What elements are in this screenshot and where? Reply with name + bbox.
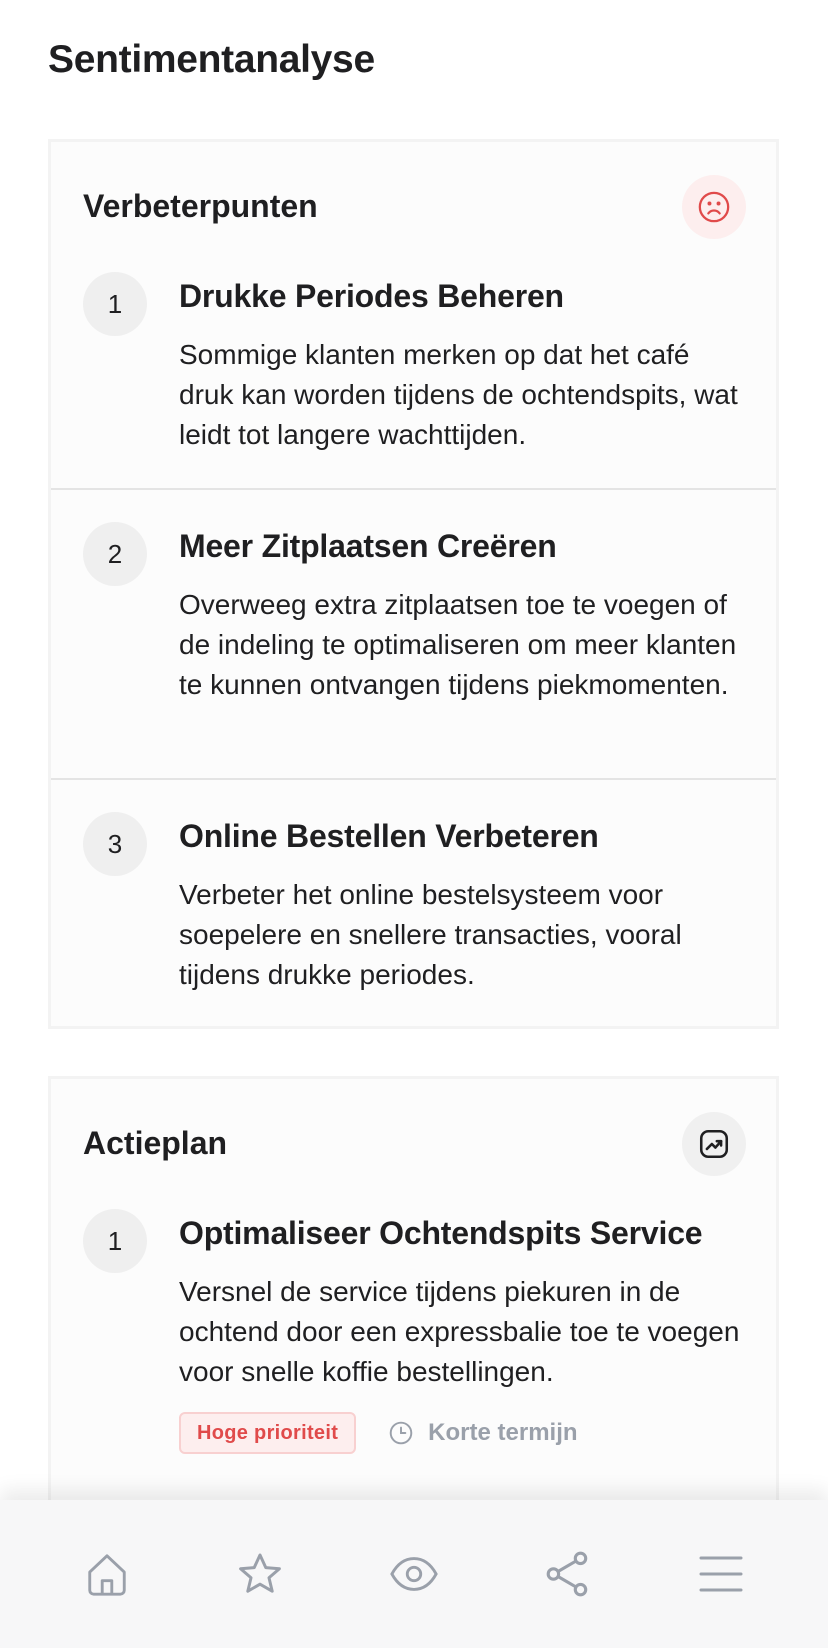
page-title: Sentimentanalyse: [48, 38, 375, 81]
nav-view[interactable]: [374, 1534, 454, 1614]
item-number: 1: [83, 272, 147, 336]
item-number: 2: [83, 522, 147, 586]
item-number: 3: [83, 812, 147, 876]
action-plan-card: Actieplan 1 Optimaliseer Ochtendspits Se…: [48, 1076, 779, 1506]
item-description: Sommige klanten merken op dat het café d…: [179, 339, 738, 450]
star-icon: [239, 1553, 282, 1593]
list-item: 3 Online Bestellen Verbeteren Verbeter h…: [51, 778, 776, 1026]
improvements-header: Verbeterpunten: [51, 142, 776, 272]
item-tags: Hoge prioriteit Korte termijn: [179, 1412, 748, 1454]
nav-menu[interactable]: [681, 1534, 761, 1614]
item-description: Overweeg extra zitplaatsen toe te voegen…: [179, 589, 737, 700]
clock-icon: [389, 1421, 413, 1445]
menu-icon: [699, 1556, 743, 1592]
item-title: Drukke Periodes Beheren: [179, 278, 564, 314]
item-description: Verbeter het online bestelsysteem voor s…: [179, 879, 682, 990]
sad-face-icon: [682, 175, 746, 239]
item-description: Versnel de service tijdens piekuren in d…: [179, 1276, 740, 1387]
term-label: Korte termijn: [388, 1419, 578, 1447]
page: Sentimentanalyse Verbeterpunten 1 Drukke…: [0, 0, 828, 1648]
action-plan-title: Actieplan: [83, 1125, 228, 1161]
nav-favorites[interactable]: [220, 1534, 300, 1614]
list-item: 2 Meer Zitplaatsen Creëren Overweeg extr…: [51, 488, 776, 778]
nav-home[interactable]: [67, 1534, 147, 1614]
item-title: Meer Zitplaatsen Creëren: [179, 528, 557, 564]
item-number: 1: [83, 1209, 147, 1273]
trending-up-icon: [682, 1112, 746, 1176]
list-item: 1 Optimaliseer Ochtendspits Service Vers…: [51, 1209, 776, 1454]
improvements-title: Verbeterpunten: [83, 188, 318, 224]
action-plan-header: Actieplan: [51, 1079, 776, 1209]
share-icon: [546, 1551, 587, 1597]
item-title: Optimaliseer Ochtendspits Service: [179, 1215, 703, 1251]
term-text: Korte termijn: [428, 1419, 578, 1446]
bottom-nav: [0, 1500, 828, 1648]
eye-icon: [390, 1557, 438, 1591]
nav-share[interactable]: [528, 1534, 608, 1614]
priority-badge: Hoge prioriteit: [179, 1412, 357, 1454]
home-icon: [88, 1554, 126, 1596]
item-title: Online Bestellen Verbeteren: [179, 818, 599, 854]
improvements-card: Verbeterpunten 1 Drukke Periodes Beheren…: [48, 139, 779, 1029]
list-item: 1 Drukke Periodes Beheren Sommige klante…: [51, 272, 776, 488]
